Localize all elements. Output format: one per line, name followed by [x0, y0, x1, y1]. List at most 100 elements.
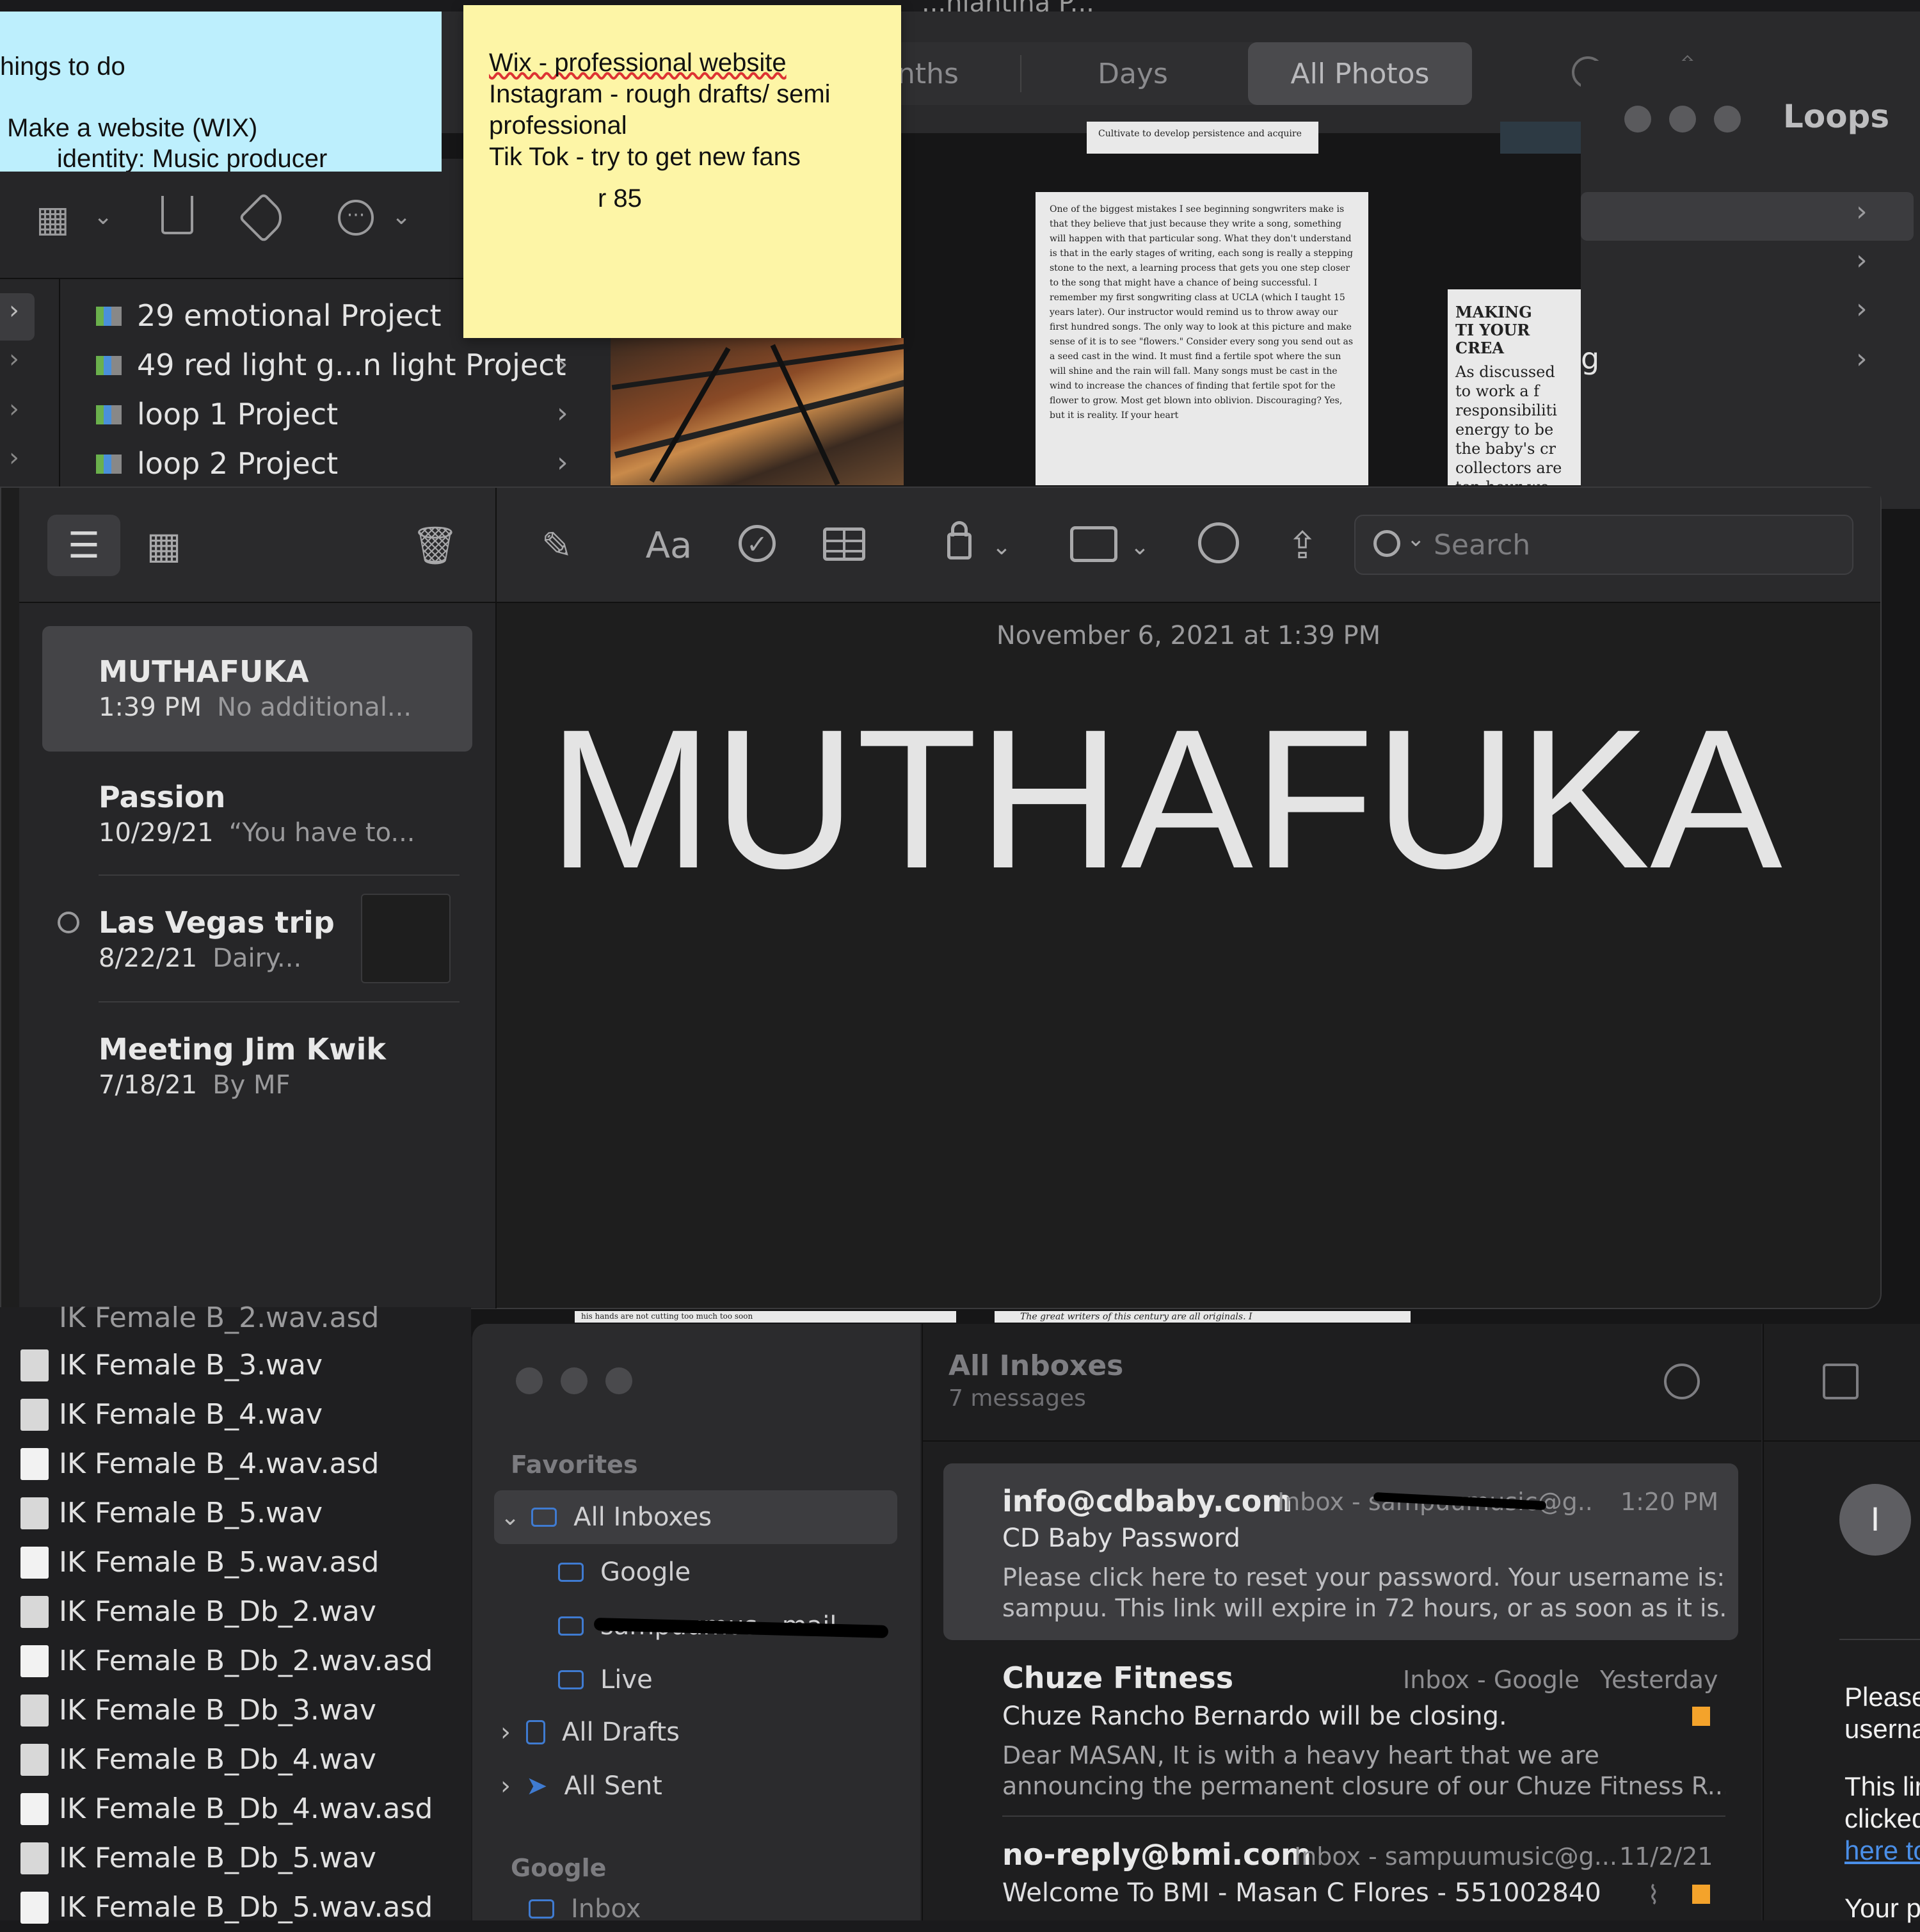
note-list-item[interactable]: MUTHAFUKA 1:39 PM No additional...: [42, 626, 472, 752]
sidebar-item-google[interactable]: Google: [558, 1545, 691, 1599]
compose-mail-icon[interactable]: [1823, 1364, 1859, 1399]
note-title: MUTHAFUKA: [99, 654, 309, 689]
trash-icon[interactable]: 🗑: [403, 515, 467, 576]
photo-book-page-1[interactable]: One of the biggest mistakes I see beginn…: [1036, 192, 1368, 485]
note-preview: No additional...: [217, 693, 412, 722]
sticky-note-blue[interactable]: hings to do Make a website (WIX) identit…: [0, 12, 442, 172]
sticky-line: professional: [489, 111, 627, 140]
sidebar-item-redacted[interactable]: sampuumus...mail...: [558, 1599, 889, 1653]
photo-thumbnail-dark[interactable]: [1500, 122, 1581, 154]
file-item[interactable]: IK Female B_Db_2.wav: [20, 1587, 376, 1636]
photo-book-page-2[interactable]: MAKING TI YOUR CREA As discussed to work…: [1448, 289, 1581, 485]
grid-view-icon[interactable]: ▦: [36, 198, 70, 240]
file-item[interactable]: IK Female B_2.wav.asd: [59, 1298, 379, 1337]
reading-divider: [1839, 1639, 1920, 1640]
finder-project-item[interactable]: loop 2 Project: [96, 440, 338, 487]
audio-file-icon: [20, 1349, 49, 1381]
sidebar-item-all-drafts[interactable]: › All Drafts: [500, 1705, 680, 1759]
chevron-down-icon[interactable]: ⌄: [392, 204, 411, 230]
lock-icon[interactable]: [947, 533, 972, 559]
file-item[interactable]: IK Female B_3.wav: [20, 1340, 323, 1390]
finder-project-item[interactable]: 49 red light g...n light Project: [96, 341, 566, 389]
attachment-icon: ⌇: [1647, 1881, 1660, 1910]
chevron-down-icon[interactable]: ⌄: [93, 204, 113, 230]
chevron-down-icon: ⌄: [1407, 526, 1425, 552]
chevron-right-icon: ›: [1856, 293, 1868, 325]
document-file-icon: [20, 1447, 49, 1480]
file-item[interactable]: IK Female B_5.wav.asd: [20, 1538, 379, 1587]
window-close-button[interactable]: [516, 1367, 543, 1394]
note-subtitle: 7/18/21 By MF: [99, 1070, 472, 1100]
sidebar-item-all-inboxes-row[interactable]: ⌄ All Inboxes: [500, 1490, 712, 1544]
logic-project-icon: [96, 351, 124, 379]
sticky-note-yellow[interactable]: Wix - professional website Instagram - r…: [463, 5, 901, 338]
message-sender[interactable]: no-reply@bmi.com: [1002, 1837, 1311, 1872]
tab-days[interactable]: Days: [1024, 42, 1242, 105]
format-text-icon[interactable]: Aa: [634, 515, 704, 576]
list-view-icon[interactable]: ☰: [47, 515, 120, 576]
message-time: 1:20 PM: [1620, 1488, 1719, 1516]
list-title: All Inboxes: [948, 1349, 1124, 1382]
collaborate-icon[interactable]: [1198, 522, 1239, 563]
file-item[interactable]: IK Female B_Db_4.wav: [20, 1735, 376, 1784]
sent-icon: ➤: [526, 1771, 548, 1801]
tab-all-photos[interactable]: All Photos: [1248, 42, 1472, 105]
finder-project-item[interactable]: loop 1 Project: [96, 390, 338, 438]
note-date: 7/18/21: [99, 1070, 198, 1100]
search-placeholder: Search: [1434, 529, 1531, 561]
chevron-down-icon[interactable]: ⌄: [1124, 521, 1156, 572]
tag-icon[interactable]: [238, 192, 289, 243]
message-preview: Please click here to reset your password…: [1002, 1563, 1725, 1591]
share-icon[interactable]: ⇪: [1274, 515, 1331, 576]
compose-icon[interactable]: ✎: [525, 515, 589, 576]
window-zoom-button[interactable]: [605, 1367, 632, 1394]
window-zoom-button[interactable]: [1714, 106, 1741, 133]
file-item[interactable]: IK Female B_Db_5.wav: [20, 1833, 376, 1883]
document-file-icon: [20, 1792, 49, 1825]
window-minimize-button[interactable]: [561, 1367, 588, 1394]
message-sender[interactable]: Chuze Fitness: [1002, 1661, 1233, 1695]
file-item[interactable]: IK Female B_Db_2.wav.asd: [20, 1636, 433, 1686]
media-icon[interactable]: [1070, 526, 1117, 562]
filter-icon[interactable]: [1664, 1364, 1700, 1399]
photo-beam: [614, 378, 904, 458]
note-thumbnail: [361, 894, 451, 983]
search-field[interactable]: ⌄ Search: [1354, 515, 1853, 575]
sidebar-item-label: Live: [600, 1665, 653, 1695]
gallery-view-icon[interactable]: ▦: [132, 515, 196, 576]
chevron-down-icon[interactable]: ⌄: [986, 521, 1018, 572]
segment-divider: [1020, 55, 1021, 92]
photo-page-top[interactable]: Cultivate to develop persistence and acq…: [1087, 122, 1318, 154]
note-list-item[interactable]: Passion 10/29/21 “You have to...: [42, 752, 472, 877]
note-list-item[interactable]: Meeting Jim Kwik 7/18/21 By MF: [42, 1004, 472, 1129]
finder-project-item[interactable]: 29 emotional Project: [96, 292, 442, 339]
file-item[interactable]: IK Female B_Db_5.wav.asd: [20, 1883, 433, 1932]
reading-line: Your p: [1844, 1893, 1920, 1923]
drafts-icon: [526, 1720, 545, 1744]
file-item[interactable]: IK Female B_4.wav.asd: [20, 1439, 379, 1488]
file-item[interactable]: IK Female B_Db_4.wav.asd: [20, 1784, 433, 1833]
photo-strip-1[interactable]: his hands are not cutting too much too s…: [575, 1311, 956, 1323]
document-file-icon: [20, 1891, 49, 1924]
window-close-button[interactable]: [1624, 106, 1651, 133]
share-icon[interactable]: [161, 196, 193, 234]
file-item[interactable]: IK Female B_4.wav: [20, 1390, 323, 1439]
table-icon[interactable]: [823, 527, 865, 561]
sidebar-item-inbox[interactable]: Inbox: [529, 1896, 641, 1922]
file-item[interactable]: IK Female B_Db_3.wav: [20, 1686, 376, 1735]
sidebar-item-label: All Drafts: [562, 1718, 680, 1747]
sidebar-item-live[interactable]: Live: [558, 1653, 653, 1707]
chevron-right-icon: ›: [500, 1771, 511, 1801]
sidebar-item-all-sent[interactable]: › ➤ All Sent: [500, 1759, 662, 1813]
checklist-icon[interactable]: ✓: [739, 525, 776, 562]
photo-strip-2[interactable]: The great writers of this century are al…: [995, 1311, 1411, 1323]
message-time: 11/2/21: [1619, 1842, 1713, 1871]
window-minimize-button[interactable]: [1669, 106, 1696, 133]
reading-spacer: [1844, 1745, 1920, 1771]
reading-link[interactable]: here to: [1844, 1835, 1920, 1867]
photo-warehouse-ceiling[interactable]: [611, 338, 904, 485]
note-body[interactable]: MUTHAFUKA: [548, 690, 1866, 908]
file-item[interactable]: IK Female B_5.wav: [20, 1488, 323, 1538]
more-actions-icon[interactable]: ···: [338, 200, 374, 236]
message-preview: announcing the permanent closure of our …: [1002, 1772, 1725, 1800]
